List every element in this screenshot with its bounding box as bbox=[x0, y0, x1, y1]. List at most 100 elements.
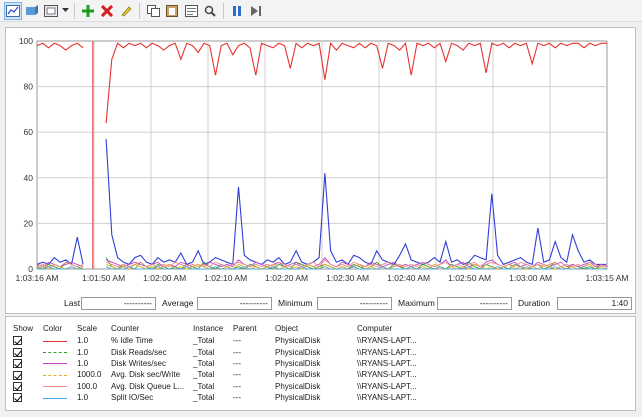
counter-parent: --- bbox=[233, 370, 241, 380]
column-header-scale[interactable]: Scale bbox=[74, 321, 108, 335]
counter-parent: --- bbox=[233, 336, 241, 346]
counter-row[interactable]: 1.0 Split IO/Sec _Total --- PhysicalDisk \\RY… bbox=[10, 392, 454, 403]
show-checkbox[interactable] bbox=[13, 370, 22, 380]
counter-computer: \\RYANS-LAPT... bbox=[357, 358, 417, 368]
change-graph-type-icon[interactable] bbox=[42, 2, 60, 20]
counter-computer: \\RYANS-LAPT... bbox=[357, 393, 417, 403]
last-value: ---------- bbox=[81, 297, 156, 310]
x-tick-label: 1:02:30 AM bbox=[326, 273, 369, 283]
show-checkbox[interactable] bbox=[13, 347, 22, 357]
counter-computer: \\RYANS-LAPT... bbox=[357, 336, 417, 346]
show-checkbox[interactable] bbox=[13, 336, 22, 346]
show-checkbox[interactable] bbox=[13, 393, 22, 403]
counter-show-cell bbox=[10, 381, 40, 392]
counter-computer: \\RYANS-LAPT... bbox=[357, 347, 417, 357]
y-tick-label: 100 bbox=[19, 36, 33, 46]
copy-properties-icon[interactable] bbox=[144, 2, 162, 20]
update-data-icon[interactable] bbox=[247, 2, 265, 20]
color-swatch bbox=[43, 340, 67, 342]
counter-object: PhysicalDisk bbox=[275, 336, 321, 346]
x-tick-label: 1:01:50 AM bbox=[82, 273, 125, 283]
average-label: Average bbox=[162, 298, 194, 308]
counter-show-cell bbox=[10, 392, 40, 403]
properties-icon[interactable] bbox=[182, 2, 200, 20]
column-header-object[interactable]: Object bbox=[272, 321, 354, 335]
counter-name: Disk Writes/sec bbox=[111, 358, 166, 368]
counter-name: % Idle Time bbox=[111, 336, 153, 346]
counter-parent: --- bbox=[233, 358, 241, 368]
counter-object: PhysicalDisk bbox=[275, 347, 321, 357]
counter-show-cell bbox=[10, 369, 40, 380]
counter-row[interactable]: 1.0 Disk Writes/sec _Total --- PhysicalDisk \… bbox=[10, 358, 454, 369]
y-tick-label: 80 bbox=[24, 82, 34, 92]
counter-object: PhysicalDisk bbox=[275, 358, 321, 368]
counter-color-cell bbox=[40, 358, 74, 369]
counter-scale: 1.0 bbox=[77, 393, 89, 403]
counter-object: PhysicalDisk bbox=[275, 393, 321, 403]
column-header-color[interactable]: Color bbox=[40, 321, 74, 335]
counter-instance: _Total bbox=[193, 393, 215, 403]
column-header-computer[interactable]: Computer bbox=[354, 321, 454, 335]
paste-counter-list-icon[interactable] bbox=[163, 2, 181, 20]
counter-color-cell bbox=[40, 335, 74, 346]
view-current-activity-icon[interactable] bbox=[23, 2, 41, 20]
counter-object: PhysicalDisk bbox=[275, 370, 321, 380]
x-tick-label: 1:03:16 AM bbox=[15, 273, 58, 283]
counter-scale: 1.0 bbox=[77, 358, 89, 368]
counter-instance: _Total bbox=[193, 381, 215, 391]
counter-show-cell bbox=[10, 346, 40, 357]
counter-scale: 1.0 bbox=[77, 336, 89, 346]
x-tick-label: 1:02:20 AM bbox=[265, 273, 308, 283]
statistics-bar: Last ---------- Average ---------- Minim… bbox=[5, 297, 636, 311]
maximum-value: ---------- bbox=[437, 297, 512, 310]
add-icon[interactable] bbox=[79, 2, 97, 20]
view-graph-icon[interactable] bbox=[4, 1, 22, 20]
counter-row[interactable]: 1000.0 Avg. Disk sec/Write _Total --- Physic… bbox=[10, 369, 454, 380]
column-header-parent[interactable]: Parent bbox=[230, 321, 272, 335]
color-swatch bbox=[43, 397, 67, 399]
counter-computer: \\RYANS-LAPT... bbox=[357, 381, 417, 391]
counter-color-cell bbox=[40, 392, 74, 403]
counter-instance: _Total bbox=[193, 370, 215, 380]
counter-computer: \\RYANS-LAPT... bbox=[357, 370, 417, 380]
average-value: ---------- bbox=[197, 297, 272, 310]
counter-table-header: Show Color Scale Counter Instance Parent… bbox=[10, 321, 454, 335]
counter-scale: 1.0 bbox=[77, 347, 89, 357]
counter-color-cell bbox=[40, 381, 74, 392]
color-swatch bbox=[43, 386, 67, 388]
column-header-show[interactable]: Show bbox=[10, 321, 40, 335]
toolbar bbox=[0, 0, 642, 22]
freeze-display-icon[interactable] bbox=[228, 2, 246, 20]
counter-row[interactable]: 1.0 Disk Reads/sec _Total --- PhysicalDisk \\… bbox=[10, 346, 454, 357]
counter-instance: _Total bbox=[193, 336, 215, 346]
counter-name: Avg. Disk Queue L... bbox=[111, 381, 185, 391]
zoom-icon[interactable] bbox=[201, 2, 219, 20]
x-tick-label: 1:02:50 AM bbox=[448, 273, 491, 283]
column-header-instance[interactable]: Instance bbox=[190, 321, 230, 335]
x-tick-label: 1:03:00 AM bbox=[509, 273, 552, 283]
counter-instance: _Total bbox=[193, 358, 215, 368]
toolbar-separator bbox=[139, 2, 140, 19]
counter-row[interactable]: 100.0 Avg. Disk Queue L... _Total --- Physic… bbox=[10, 381, 454, 392]
show-checkbox[interactable] bbox=[13, 359, 22, 369]
counter-object: PhysicalDisk bbox=[275, 381, 321, 391]
counter-name: Avg. Disk sec/Write bbox=[111, 370, 181, 380]
x-tick-label: 1:02:40 AM bbox=[387, 273, 430, 283]
toolbar-separator bbox=[223, 2, 224, 19]
delete-icon[interactable] bbox=[98, 2, 116, 20]
duration-value: 1:40 bbox=[557, 297, 632, 310]
color-swatch bbox=[43, 363, 67, 365]
x-tick-label: 1:02:10 AM bbox=[204, 273, 247, 283]
counter-show-cell bbox=[10, 358, 40, 369]
counter-row[interactable]: 1.0 % Idle Time _Total --- PhysicalDisk \\RYA… bbox=[10, 335, 454, 346]
counter-scale: 100.0 bbox=[77, 381, 98, 391]
show-checkbox[interactable] bbox=[13, 381, 22, 391]
counter-parent: --- bbox=[233, 393, 241, 403]
performance-chart: 0204060801001:03:16 AM 1:01:50 AM 1:02:00 … bbox=[15, 36, 628, 283]
highlight-icon[interactable] bbox=[117, 2, 135, 20]
minimum-value: ---------- bbox=[317, 297, 392, 310]
chart-panel[interactable]: 0 20 40 60 80 100 1:03:16 AM 1:01:50 AM 1:02:00 … bbox=[5, 27, 636, 314]
chevron-down-icon[interactable] bbox=[61, 2, 70, 20]
counter-instance: _Total bbox=[193, 347, 215, 357]
column-header-counter[interactable]: Counter bbox=[108, 321, 190, 335]
